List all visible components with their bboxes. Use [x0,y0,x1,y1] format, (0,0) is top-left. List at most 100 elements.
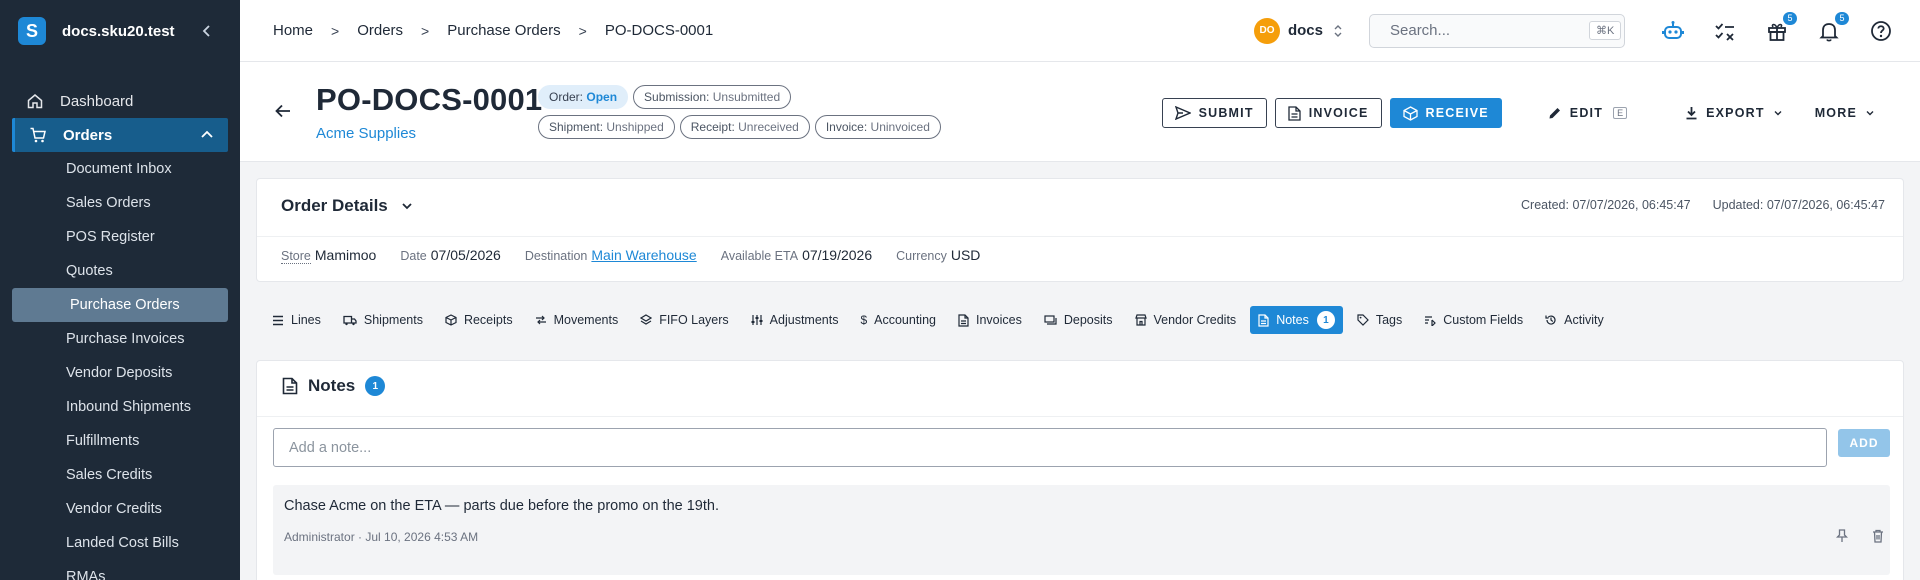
custom-fields-icon [1425,316,1437,326]
edit-shortcut: E [1613,107,1628,119]
more-button[interactable]: MORE [1803,98,1887,128]
sidebar-nav: Dashboard Orders Document Inbox Sales Or… [0,62,240,580]
tab-lines[interactable]: Lines [264,306,329,334]
notes-title: Notes [308,376,356,395]
receive-button[interactable]: RECEIVE [1389,98,1502,128]
sidebar-item-quotes[interactable]: Quotes [0,254,240,288]
note-meta: Administrator · Jul 10, 2026 4:53 AM [284,530,479,544]
divider [257,236,1903,237]
sidebar-item-inbound-shipments[interactable]: Inbound Shipments [0,390,240,424]
search-shortcut: ⌘K [1589,21,1622,40]
tab-receipts[interactable]: Receipts [437,306,521,334]
document-icon [958,313,969,327]
order-details-card: Order Details Created: 07/07/2026, 06:45… [256,178,1904,282]
brand-name: docs.sku20.test [62,22,175,40]
status-chips: Order: Open Submission: Unsubmitted Shipm… [538,85,988,145]
tab-activity[interactable]: Activity [1537,306,1612,334]
tab-tags[interactable]: Tags [1349,306,1410,334]
vendor-link[interactable]: Acme Supplies [316,125,416,142]
org-switcher[interactable]: DO docs [1253,17,1343,44]
sidebar-item-sales-credits[interactable]: Sales Credits [0,458,240,492]
sidebar-item-document-inbox[interactable]: Document Inbox [0,152,240,186]
sidebar-item-orders[interactable]: Orders [12,118,228,152]
page-title: PO-DOCS-0001 [316,82,543,117]
destination-link[interactable]: Main Warehouse [591,247,696,263]
order-details-toggle[interactable]: Order Details [281,196,414,216]
pencil-icon [1549,108,1560,119]
brand: S docs.sku20.test [0,0,240,62]
note-text: Chase Acme on the ETA — parts due before… [284,498,719,514]
sidebar-item-fulfillments[interactable]: Fulfillments [0,424,240,458]
sidebar-item-sales-orders[interactable]: Sales Orders [0,186,240,220]
tab-fifo-layers[interactable]: FIFO Layers [632,306,736,334]
breadcrumb-home[interactable]: Home [273,22,313,39]
breadcrumb-purchase-orders[interactable]: Purchase Orders [447,22,560,39]
help-icon[interactable] [1868,18,1894,44]
tasks-checklist-icon[interactable] [1712,18,1738,44]
history-icon [1545,315,1556,325]
order-header: PO-DOCS-0001 Acme Supplies Order: Open Su… [240,62,1920,162]
breadcrumb-orders[interactable]: Orders [357,22,403,39]
created-timestamp: Created: 07/07/2026, 06:45:47 [1521,198,1691,212]
breadcrumb-current: PO-DOCS-0001 [604,22,714,39]
status-badge-receipt: Receipt: Unreceived [679,115,810,139]
add-note-button[interactable]: ADD [1838,429,1890,457]
sidebar-item-pos-register[interactable]: POS Register [0,220,240,254]
assistant-robot-icon[interactable] [1660,18,1686,44]
export-button[interactable]: EXPORT [1673,98,1795,128]
field-store: Store Mamimoo [281,247,377,264]
trash-icon[interactable] [1872,529,1884,543]
breadcrumb-separator: > [421,22,430,39]
sidebar-item-purchase-invoices[interactable]: Purchase Invoices [0,322,240,356]
submit-button[interactable]: SUBMIT [1161,98,1267,128]
notification-badge: 5 [1835,11,1849,25]
sidebar-item-landed-cost-bills[interactable]: Landed Cost Bills [0,526,240,560]
cash-icon [1044,315,1057,325]
search-box[interactable]: ⌘K [1369,13,1625,48]
sidebar-item-dashboard[interactable]: Dashboard [0,84,240,118]
tab-notes[interactable]: Notes 1 [1250,306,1343,334]
search-input[interactable] [1390,22,1589,39]
chevron-down-icon [402,203,412,210]
sidebar-item-purchase-orders[interactable]: Purchase Orders [12,288,228,322]
bell-icon[interactable]: 5 [1816,11,1849,44]
edit-button[interactable]: EDIT E [1536,98,1639,128]
tab-custom-fields[interactable]: Custom Fields [1416,306,1531,334]
sidebar-item-vendor-deposits[interactable]: Vendor Deposits [0,356,240,390]
sidebar-item-rmas[interactable]: RMAs [0,560,240,580]
gift-icon[interactable]: 5 [1764,11,1797,44]
tab-invoices[interactable]: Invoices [950,306,1030,334]
tab-accounting[interactable]: $ Accounting [852,306,944,334]
gift-badge: 5 [1783,11,1797,25]
invoice-button[interactable]: INVOICE [1274,98,1382,128]
sidebar-item-label: Dashboard [60,92,134,110]
list-icon [273,315,283,325]
notes-header: Notes 1 [282,376,386,396]
divider [257,416,1903,417]
tab-movements[interactable]: Movements [527,306,627,334]
back-arrow-icon[interactable] [274,102,294,122]
breadcrumb-separator: > [578,22,587,39]
pin-icon[interactable] [1836,529,1848,543]
status-badge-order: Order: Open [538,85,629,109]
sidebar-item-label: Orders [63,126,113,144]
brand-logo: S [18,17,46,45]
notes-panel: Notes 1 ADD Chase Acme on the ETA — part… [256,360,1904,580]
sidebar-item-vendor-credits[interactable]: Vendor Credits [0,492,240,526]
add-note-input[interactable] [273,428,1827,467]
updated-timestamp: Updated: 07/07/2026, 06:45:47 [1712,198,1885,212]
arrows-icon [535,315,546,325]
tab-adjustments[interactable]: Adjustments [743,306,847,334]
org-name: docs [1287,22,1323,39]
detail-tabs: Lines Shipments Receipts Movements FIFO … [264,306,1618,334]
note-icon [1258,313,1269,327]
tab-deposits[interactable]: Deposits [1036,306,1121,334]
tab-shipments[interactable]: Shipments [335,306,431,334]
status-badge-submission: Submission: Unsubmitted [633,85,792,109]
tab-vendor-credits[interactable]: Vendor Credits [1127,306,1245,334]
avatar: DO [1253,17,1280,44]
collapse-sidebar-icon[interactable] [200,24,220,38]
field-date: Date 07/05/2026 [400,247,501,263]
status-badge-shipment: Shipment: Unshipped [538,115,675,139]
field-currency: Currency USD [896,247,981,263]
